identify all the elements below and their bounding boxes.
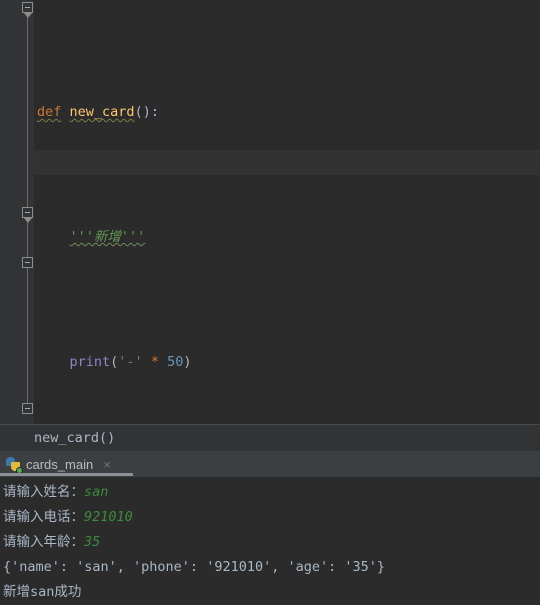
console-input-2: 921010 [84,509,133,525]
console-line-3: 请输入年龄：35 [0,530,540,555]
fold-marker-dict-end[interactable] [22,257,33,268]
fold-marker-def-end[interactable] [22,403,33,414]
code-lines[interactable]: def new_card(): '''新增''' print('-' * 50)… [34,0,540,424]
console-success-message: 新增san成功 [3,584,82,600]
console-line-5: 新增san成功 [0,580,540,605]
fold-marker-def[interactable] [22,2,33,18]
token-def-parens: (): [134,104,159,120]
code-line-3[interactable]: print('-' * 50) [34,350,540,375]
close-icon[interactable]: × [103,457,111,472]
run-tab-active-underline [0,473,133,476]
fold-marker-dict[interactable] [22,207,33,223]
code-line-1[interactable]: def new_card(): [34,100,540,125]
lower-editor-pane[interactable]: new_card() [0,425,540,451]
ide-window: def new_card(): '''新增''' print('-' * 50)… [0,0,540,604]
token-def-keyword: def [37,104,62,120]
editor-gutter[interactable] [0,0,34,424]
token-print-1: print [69,354,111,370]
console-input-1: san [84,484,109,500]
code-line-2[interactable]: '''新增''' [34,225,540,250]
console-line-1: 请输入姓名：san [0,480,540,505]
token-function-name: new_card [69,104,135,120]
console-dict-output: {'name': 'san', 'phone': '921010', 'age'… [3,559,386,575]
console-prompt-1: 请输入姓名： [3,484,84,500]
console-line-2: 请输入电话：921010 [0,505,540,530]
lower-editor-gutter [0,425,34,451]
console-prompt-3: 请输入年龄： [3,534,84,550]
console-line-4: {'name': 'san', 'phone': '921010', 'age'… [0,555,540,580]
lower-editor-line: new_card() [34,430,116,446]
console-prompt-2: 请输入电话： [3,509,84,525]
code-editor-pane[interactable]: def new_card(): '''新增''' print('-' * 50)… [0,0,540,424]
console-input-3: 35 [84,534,101,550]
token-multiply: * [150,354,159,370]
token-dash-string: '-' [118,354,143,370]
token-docstring: '''新增''' [69,229,146,245]
token-fifty: 50 [167,354,184,370]
run-tab-label: cards_main [26,456,94,472]
python-file-icon [6,457,23,474]
run-console-output[interactable]: 请输入姓名：san 请输入电话：921010 请输入年龄：35 {'name':… [0,477,540,604]
